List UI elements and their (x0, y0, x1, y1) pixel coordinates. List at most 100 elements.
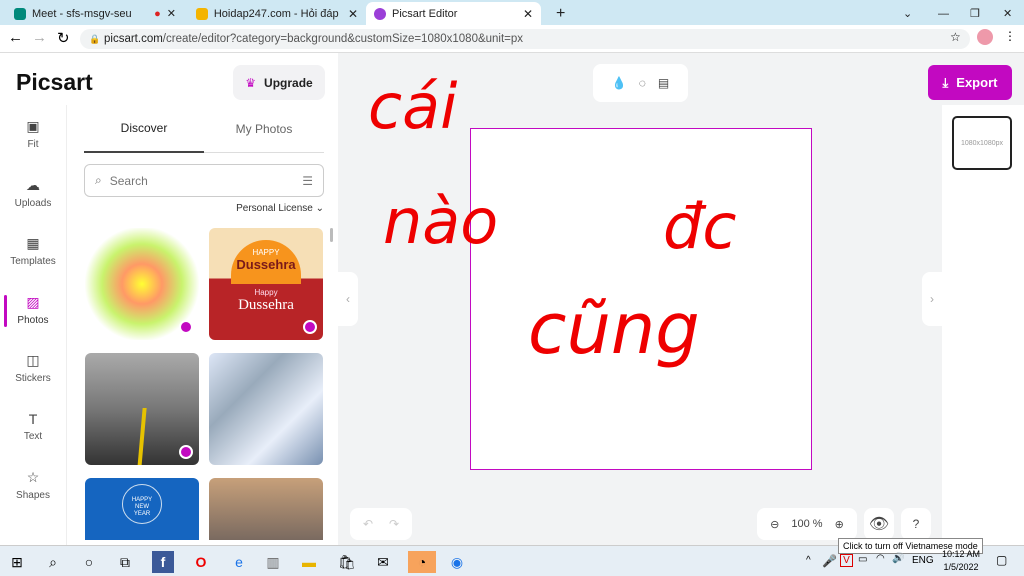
url-host: picsart.com (104, 33, 163, 45)
new-tab-button[interactable]: + (548, 2, 573, 25)
upgrade-label: Upgrade (264, 75, 313, 90)
drawing-word: cái (368, 70, 457, 143)
mic-icon[interactable]: 🎤 (822, 554, 837, 568)
tab-discover[interactable]: Discover (84, 105, 204, 153)
tab-picsart[interactable]: Picsart Editor ✕ (366, 2, 541, 25)
tray-chevron[interactable]: ^ (806, 555, 811, 566)
stickers-icon: ◫ (26, 352, 40, 369)
rail-stickers[interactable]: ◫ Stickers (0, 339, 66, 398)
edge-icon[interactable]: e (228, 551, 250, 573)
rail-label: Fit (27, 139, 39, 151)
chrome-icon[interactable]: ◉ (446, 551, 468, 573)
zalo-icon[interactable]: ◔ (408, 551, 436, 573)
thumb-text: Happy (254, 288, 278, 297)
tab-meet[interactable]: Meet - sfs-msgv-seu ● ✕ (6, 2, 184, 25)
facebook-icon[interactable]: f (152, 551, 174, 573)
search-input[interactable]: ⌕ Search ☰ (84, 164, 324, 197)
tab-label: Discover (120, 121, 168, 135)
task-view-icon[interactable]: ⧉ (114, 551, 136, 573)
rail-templates[interactable]: ▦ Templates (0, 222, 66, 281)
picsart-logo: Picsart (16, 69, 93, 95)
export-button[interactable]: ⤓ Export (928, 65, 1012, 100)
zoom-value: 100 % (791, 518, 823, 530)
photo-coast[interactable] (209, 478, 323, 540)
photo-gradient[interactable] (85, 228, 199, 340)
help-button[interactable]: ? (901, 508, 931, 540)
scrollbar[interactable] (330, 228, 333, 242)
menu-icon[interactable]: ⋮ (1004, 29, 1016, 43)
photo-road[interactable] (85, 353, 199, 465)
wifi-icon[interactable]: ◠ (876, 553, 885, 564)
page-size-label: 1080x1080px (960, 139, 1004, 147)
notification-icon[interactable]: ▢ (996, 553, 1007, 567)
premium-badge (179, 320, 193, 334)
filter-icon[interactable]: ☰ (302, 174, 313, 188)
cortana-icon[interactable]: ○ (78, 551, 100, 573)
rail-text[interactable]: T Text (0, 398, 66, 457)
rail-label: Photos (17, 314, 49, 326)
bookmark-star-icon[interactable]: ☆ (950, 30, 961, 44)
maximize-button[interactable]: ❐ (962, 2, 988, 25)
redo-button[interactable]: ↷ (389, 517, 399, 531)
time: 10:12 AM (942, 549, 981, 559)
url-input[interactable]: 🔒 picsart.com/create/editor?category=back… (80, 29, 970, 49)
download-icon: ⤓ (942, 74, 949, 90)
clock[interactable]: 10:12 AM 1/5/2022 (942, 548, 980, 574)
opera-icon[interactable]: O (190, 551, 212, 573)
rail-uploads[interactable]: ☁ Uploads (0, 164, 66, 223)
start-button[interactable]: ⊞ (6, 551, 28, 573)
search-icon[interactable]: ⌕ (42, 551, 64, 573)
address-bar-row: ← → ↻ 🔒 picsart.com/create/editor?categor… (0, 25, 1024, 53)
upload-icon: ☁ (26, 176, 40, 193)
premium-badge (179, 445, 193, 459)
tab-my-photos[interactable]: My Photos (204, 105, 324, 153)
tool-rail: ▣ Fit ☁ Uploads ▦ Templates ▨ Photos ◫ Sticke… (0, 105, 66, 515)
eye-icon: 👁 (868, 516, 890, 533)
photo-collage[interactable] (209, 353, 323, 465)
minimize-button[interactable]: — (930, 2, 957, 25)
drawing-word: nào (383, 185, 498, 258)
close-icon[interactable]: ✕ (348, 7, 358, 21)
export-label: Export (956, 75, 998, 90)
mail-icon[interactable]: ✉ (372, 551, 394, 573)
photo-new-year[interactable]: HAPPY NEW YEAR (85, 478, 199, 540)
tab-search-icon[interactable]: ⌄ (895, 2, 920, 25)
license-dropdown[interactable]: Personal License ⌄ (236, 203, 324, 214)
reload-button[interactable]: ↻ (57, 29, 70, 47)
tab-hoidap[interactable]: Hoidap247.com - Hỏi đáp online ✕ (188, 2, 366, 25)
forward-button[interactable]: → (32, 29, 47, 46)
meet-icon (14, 7, 26, 20)
store-icon[interactable]: 🛍 (336, 551, 358, 573)
rail-fit[interactable]: ▣ Fit (0, 105, 66, 164)
upgrade-button[interactable]: ♛ Upgrade (233, 65, 325, 100)
volume-icon[interactable]: 🔊 (892, 553, 904, 564)
battery-icon[interactable]: ▭ (858, 554, 867, 565)
photos-icon: ▨ (26, 293, 40, 310)
close-icon[interactable]: ✕ (523, 7, 533, 21)
close-icon[interactable]: ✕ (167, 7, 176, 20)
tab-title: Picsart Editor (392, 7, 458, 20)
preview-button[interactable]: 👁 (864, 508, 894, 540)
drawing-word: cũng (528, 288, 700, 370)
lock-icon: 🔒 (89, 34, 101, 44)
language-indicator[interactable]: ENG (912, 555, 934, 566)
hoidap-icon (196, 7, 208, 20)
vietnamese-mode-icon[interactable]: V (840, 554, 853, 567)
back-button[interactable]: ← (8, 29, 23, 46)
rail-photos[interactable]: ▨ Photos (0, 281, 66, 340)
close-window-button[interactable]: ✕ (995, 2, 1020, 25)
zoom-out-button[interactable]: ⊖ (770, 518, 779, 531)
profile-avatar[interactable] (977, 29, 993, 45)
photo-dussehra[interactable]: HAPPY Dussehra Happy Dussehra (209, 228, 323, 340)
handwritten-drawing: cái nào đc cũng (368, 70, 736, 370)
undo-button[interactable]: ↶ (363, 517, 373, 531)
undo-redo: ↶ ↷ (350, 508, 412, 540)
zoom-in-button[interactable]: ⊕ (835, 518, 844, 531)
thumb-text: Dussehra (238, 297, 294, 313)
page-thumbnail[interactable]: 1080x1080px (952, 116, 1012, 170)
rail-shapes[interactable]: ☆ Shapes (0, 456, 66, 515)
folder-icon[interactable]: ▬ (298, 551, 320, 573)
rail-label: Templates (10, 256, 56, 268)
app-icon[interactable]: ▥ (262, 551, 284, 573)
thumb-text: HAPPY (252, 248, 280, 257)
